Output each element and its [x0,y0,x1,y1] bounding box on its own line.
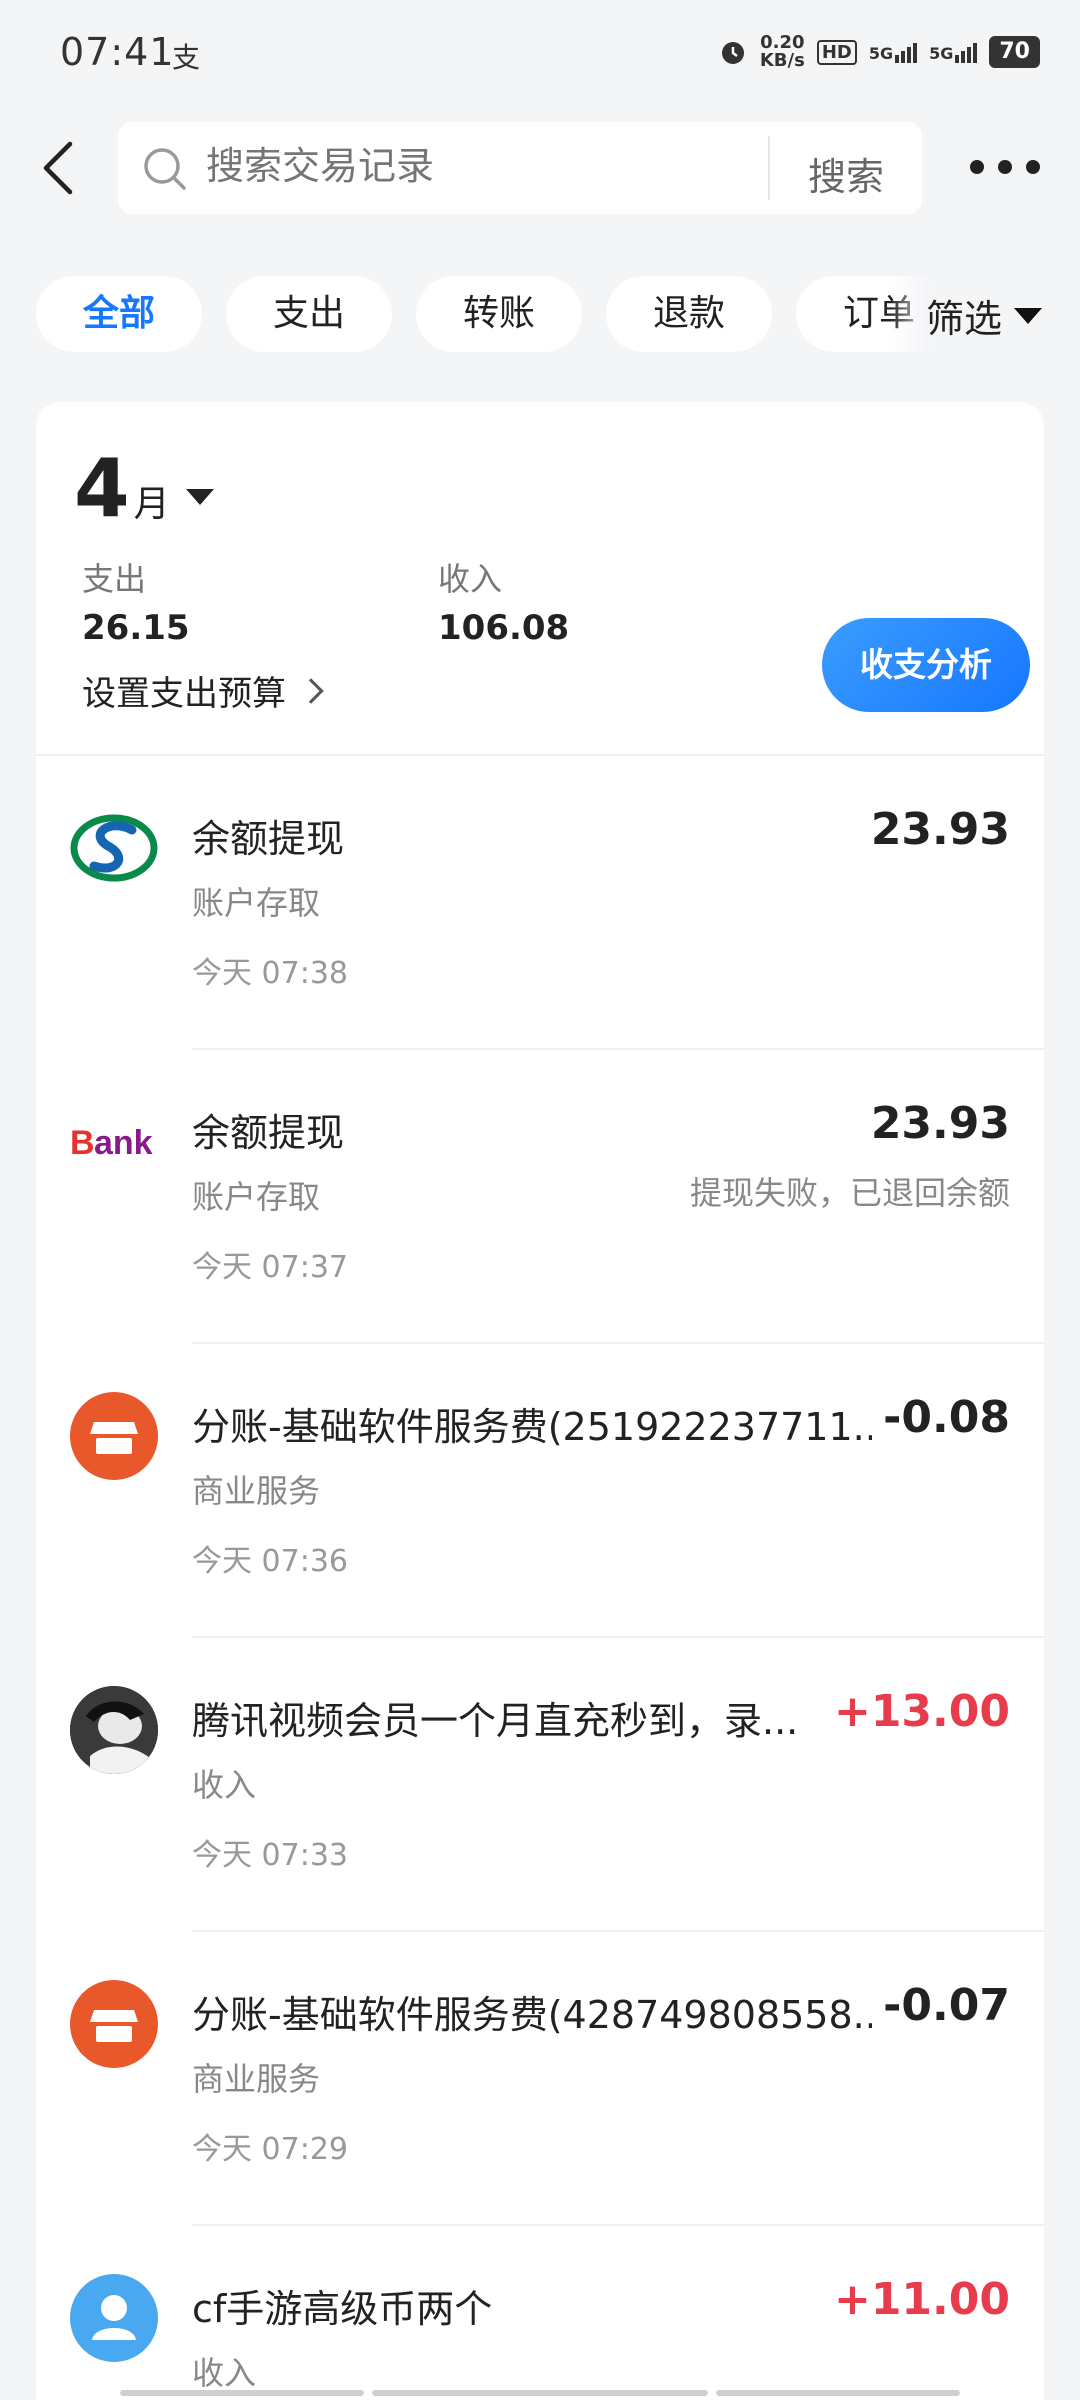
caret-down-icon [185,488,214,505]
chevron-right-icon [298,677,324,704]
transaction-row[interactable]: 腾讯视频会员一个月直充秒到，录... +13.00 收入 今天 07:33 [36,1638,1044,1932]
transaction-category: 商业服务 [192,1472,321,1510]
tab-transfer[interactable]: 转账 [416,276,582,352]
header: 搜索 [0,120,1080,218]
transaction-category: 账户存取 [192,884,321,922]
user-photo-avatar [70,1686,158,1774]
transaction-category: 收入 [192,1766,257,1804]
tab-refund[interactable]: 退款 [606,276,772,352]
transaction-row[interactable]: 分账-基础软件服务费(428749808558... -0.07 商业服务 今天… [36,1932,1044,2226]
tab-all[interactable]: 全部 [36,276,202,352]
transaction-category: 账户存取 [192,1178,321,1216]
search-divider [768,136,770,200]
store-icon [70,1392,158,1480]
search-button[interactable]: 搜索 [808,146,884,201]
expense-value: 26.15 [82,608,190,648]
transaction-amount: -0.08 [883,1392,1010,1443]
caret-down-icon [1014,307,1042,324]
alipay-notification-icon: 支 [172,41,201,74]
search-icon [144,148,186,190]
status-time: 07:41 [60,30,175,74]
transaction-title: 分账-基础软件服务费(251922237711... [192,1405,872,1449]
svg-text:B: B [70,1124,95,1162]
transaction-row[interactable]: cf手游高级币两个 +11.00 收入 [36,2226,1044,2400]
bank-logo-icon [70,804,158,892]
bank-text-logo-icon: B ank [70,1098,158,1186]
transaction-title: cf手游高级币两个 [192,2287,493,2331]
transaction-title: 余额提现 [192,817,345,861]
scroll-indicator [716,2390,960,2396]
search-input[interactable] [206,144,766,188]
set-budget-link[interactable]: 设置支出预算 [82,666,324,715]
battery-icon: 70 [989,36,1040,68]
transaction-title: 分账-基础软件服务费(428749808558... [192,1993,872,2037]
transaction-title: 腾讯视频会员一个月直充秒到，录... [192,1699,799,1743]
hd-voice-icon: HD [816,39,857,65]
transaction-time: 今天 07:33 [192,1838,348,1873]
expense-label: 支出 [82,560,147,598]
svg-text:ank: ank [94,1124,153,1162]
transaction-category: 收入 [192,2354,257,2392]
budget-label: 设置支出预算 [82,674,286,714]
income-label: 收入 [438,560,503,598]
scroll-indicator [120,2390,364,2396]
transaction-row[interactable]: 分账-基础软件服务费(251922237711... -0.08 商业服务 今天… [36,1344,1044,1638]
transaction-amount: -0.07 [883,1980,1010,2031]
tab-expense[interactable]: 支出 [226,276,392,352]
transaction-amount: +11.00 [833,2274,1010,2325]
transaction-amount: +13.00 [833,1686,1010,1737]
signal-icon-2: 5G [929,41,978,63]
income-expense-analysis-button[interactable]: 收支分析 [822,618,1030,712]
transaction-amount: 23.93 [870,1098,1010,1149]
store-icon [70,1980,158,2068]
filter-label: 筛选 [925,297,1002,341]
search-bar[interactable]: 搜索 [118,122,922,214]
filter-button[interactable]: 筛选 [926,288,1042,343]
transactions-card: 4 月 支出 26.15 收入 106.08 设置支出预算 收支分析 余额提现 … [36,402,1044,2400]
back-arrow-icon[interactable] [36,138,80,198]
transaction-time: 今天 07:29 [192,2132,348,2167]
transaction-title: 余额提现 [192,1111,345,1155]
scroll-indicator [372,2390,708,2396]
income-value: 106.08 [438,608,570,648]
transaction-row[interactable]: B ank 余额提现 23.93 提现失败，已退回余额 账户存取 今天 07:3… [36,1050,1044,1344]
signal-icon-1: 5G [869,41,918,63]
more-options-icon[interactable] [970,160,1040,174]
month-unit: 月 [133,484,170,525]
transaction-status-note: 提现失败，已退回余额 [689,1174,1010,1212]
month-number: 4 [74,442,130,535]
month-selector[interactable]: 4 月 [74,442,214,535]
transaction-time: 今天 07:36 [192,1544,348,1579]
status-icons: 0.20 KB/s HD 5G 5G 70 [718,34,1040,70]
network-speed: 0.20 KB/s [759,32,805,71]
transaction-time: 今天 07:38 [192,956,348,991]
transaction-row[interactable]: 余额提现 23.93 账户存取 今天 07:38 [36,756,1044,1050]
transaction-amount: 23.93 [870,804,1010,855]
person-icon [70,2274,158,2362]
alarm-icon [721,42,744,64]
transaction-time: 今天 07:37 [192,1250,348,1285]
transaction-category: 商业服务 [192,2060,321,2098]
status-bar: 07:41 支 0.20 KB/s HD 5G 5G 70 [0,0,1080,110]
